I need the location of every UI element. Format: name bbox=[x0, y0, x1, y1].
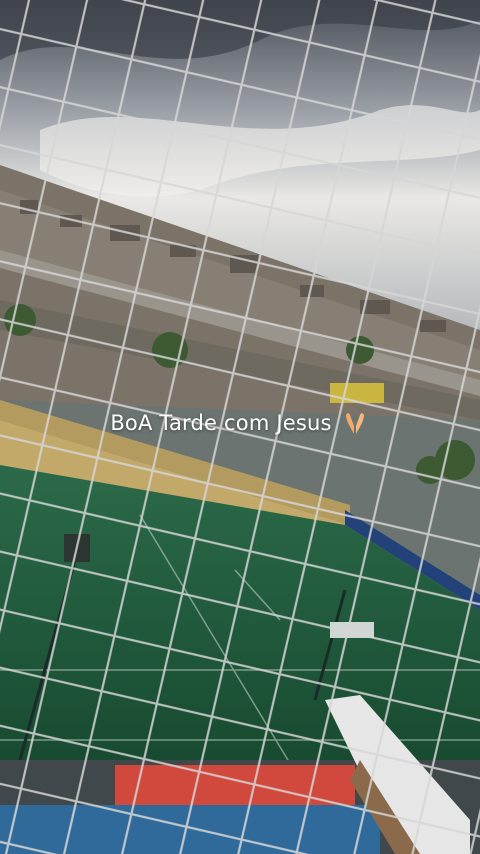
praying-hands-icon bbox=[340, 410, 370, 436]
caption-text: BoA Tarde com Jesus bbox=[110, 411, 332, 435]
overlay-caption: BoA Tarde com Jesus bbox=[0, 410, 480, 436]
video-frame: BoA Tarde com Jesus bbox=[0, 0, 480, 854]
